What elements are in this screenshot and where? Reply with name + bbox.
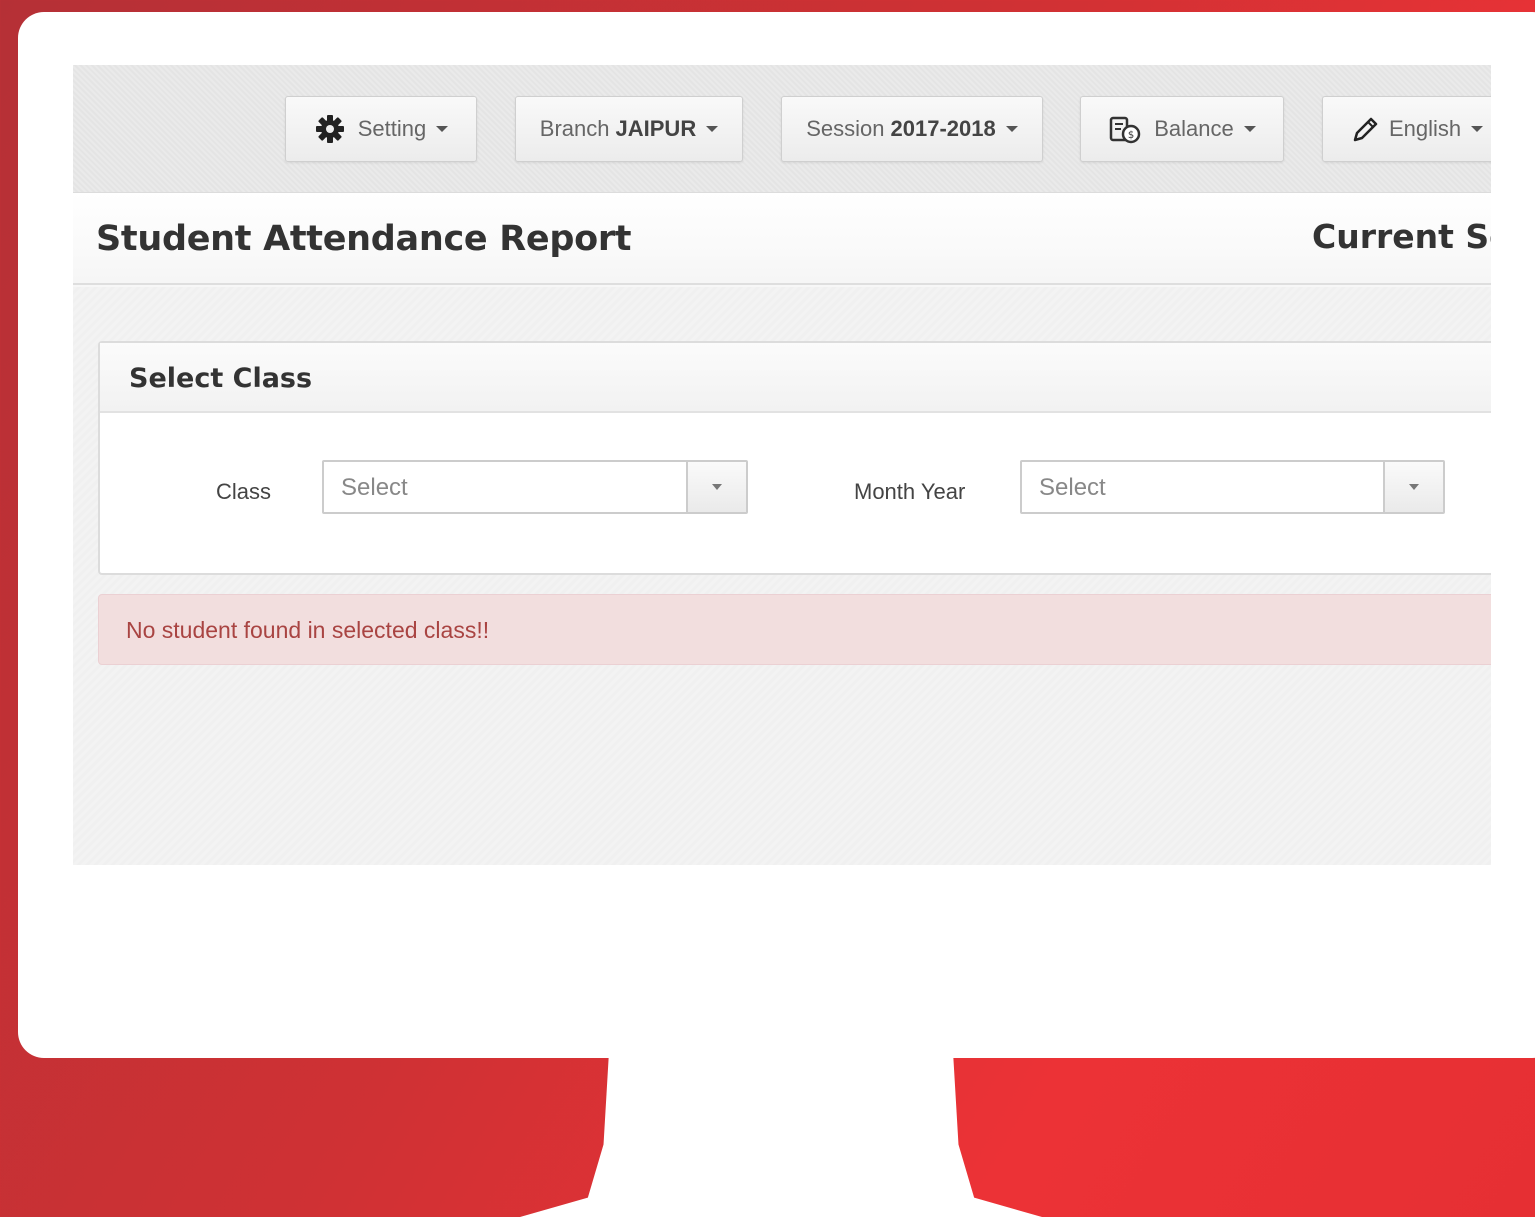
class-label: Class <box>216 479 272 504</box>
current-session-label: Current Se <box>1312 217 1491 256</box>
setting-dropdown-button[interactable]: Setting <box>285 96 477 162</box>
chevron-down-icon <box>1243 126 1256 132</box>
setting-label: Setting <box>357 116 427 141</box>
chevron-down-icon <box>1471 126 1484 132</box>
chevron-down-icon[interactable] <box>686 462 746 512</box>
svg-text:$: $ <box>1128 130 1134 141</box>
branch-dropdown-button[interactable]: Branch JAIPUR <box>515 96 743 162</box>
top-toolbar: Setting Branch JAIPUR Session 2017-2018 … <box>73 65 1491 193</box>
language-label: English <box>1389 116 1462 141</box>
no-student-alert: No student found in selected class!! <box>98 594 1491 665</box>
session-dropdown-button[interactable]: Session 2017-2018 <box>781 96 1043 162</box>
page-title: Student Attendance Report <box>96 219 632 259</box>
gear-icon <box>314 113 346 145</box>
alert-message: No student found in selected class!! <box>126 617 490 643</box>
chevron-down-icon <box>1005 126 1018 132</box>
app-window: Setting Branch JAIPUR Session 2017-2018 … <box>73 65 1491 865</box>
select-class-panel: Select Class Class Select Month Year Sel… <box>98 341 1491 575</box>
panel-header: Select Class <box>100 343 1491 413</box>
chevron-down-icon <box>436 126 449 132</box>
balance-icon: $ <box>1108 114 1142 144</box>
chevron-down-icon <box>706 126 719 132</box>
pencil-icon <box>1351 114 1381 144</box>
panel-title: Select Class <box>129 363 313 394</box>
class-select-value: Select <box>341 474 408 501</box>
class-select[interactable]: Select <box>322 460 748 514</box>
branch-prefix: Branch <box>539 116 610 141</box>
language-dropdown-button[interactable]: English <box>1322 96 1491 162</box>
session-prefix: Session <box>806 116 885 141</box>
branch-value: JAIPUR <box>615 116 697 141</box>
month-year-select-value: Select <box>1039 474 1106 501</box>
session-value: 2017-2018 <box>890 116 996 141</box>
page-header: Student Attendance Report Current Se <box>73 193 1491 285</box>
month-year-select[interactable]: Select <box>1020 460 1445 514</box>
balance-label: Balance <box>1154 116 1234 141</box>
balance-dropdown-button[interactable]: $ Balance <box>1080 96 1284 162</box>
chevron-down-icon[interactable] <box>1383 462 1443 512</box>
month-year-label: Month Year <box>854 479 966 504</box>
monitor-stand <box>520 1056 1042 1217</box>
